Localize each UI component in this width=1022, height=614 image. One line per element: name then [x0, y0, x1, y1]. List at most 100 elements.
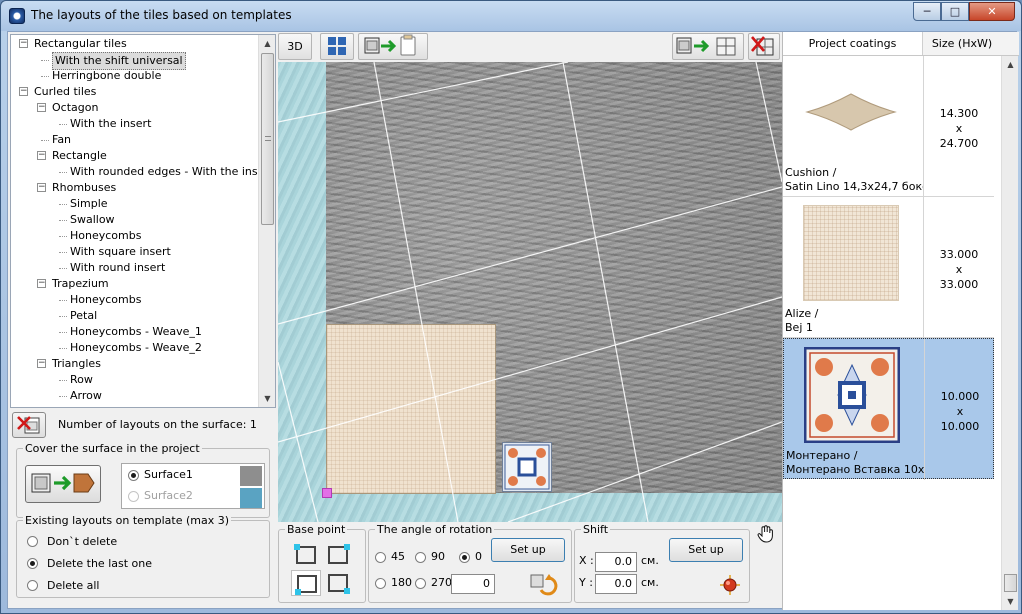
angle-180-radio[interactable] [375, 578, 386, 589]
tree-node-label: Octagon [52, 101, 99, 114]
coating-size-separator: x [955, 263, 963, 276]
delete-last-radio[interactable] [27, 558, 38, 569]
paste-layout-icon [676, 37, 736, 56]
coating-name-line2: Монтерано Вставка 10x10 с [786, 463, 924, 476]
corner-bottom-right-icon [328, 574, 350, 594]
delete-all-label: Delete all [47, 579, 100, 592]
surface1-label: Surface1 [144, 468, 193, 481]
tree-connector [41, 140, 49, 141]
angle-0-radio[interactable] [459, 552, 470, 563]
rotate-icon [530, 574, 558, 596]
copy-layout-button[interactable] [358, 33, 428, 60]
paste-layout-button[interactable] [672, 33, 744, 60]
view-3d-button[interactable]: 3D [278, 33, 312, 60]
coating-name: Монтерано / Монтерано Вставка 10x10 с [786, 449, 924, 477]
shift-group: Shift X : 0.0 см. Y : 0.0 см. Set up [574, 523, 750, 603]
angle-45-radio[interactable] [375, 552, 386, 563]
pick-shift-point-button[interactable] [719, 574, 741, 596]
angle-270-radio[interactable] [415, 578, 426, 589]
delete-all-radio[interactable] [27, 580, 38, 591]
tree-node-label: Rhombuses [52, 181, 117, 194]
alize-tile-thumbnail [803, 205, 899, 301]
angle-custom-input[interactable]: 0 [451, 574, 495, 594]
tree-node-label: Row [70, 373, 93, 386]
angle-90-radio[interactable] [415, 552, 426, 563]
tree-node-label: Petal [70, 309, 98, 322]
surface-list[interactable]: Surface1 Surface2 [121, 463, 265, 509]
surface2-radio[interactable] [128, 491, 139, 502]
coatings-scroll-down-icon[interactable]: ▼ [1002, 593, 1019, 610]
surface1-radio[interactable] [128, 470, 139, 481]
coatings-size-header[interactable]: Size (HxW) [923, 32, 1001, 55]
coating-item-alize[interactable]: Alize / Bej 1 33.000 x 33.000 [783, 197, 994, 338]
minimize-button[interactable]: ─ [913, 2, 941, 21]
dont-delete-radio[interactable] [27, 536, 38, 547]
tree-node-label: With square insert [70, 245, 171, 258]
tree-node-label: Arrow [70, 389, 102, 402]
layouts-count-label: Number of layouts on the surface: 1 [58, 418, 257, 431]
tree-collapse-icon[interactable]: − [37, 151, 46, 160]
existing-layouts-legend: Existing layouts on template (max 3) [23, 514, 232, 527]
coatings-scroll-thumb[interactable] [1004, 574, 1017, 592]
shift-x-label: X : [579, 554, 594, 567]
coating-name-line1: Alize / [785, 307, 819, 320]
template-tree[interactable]: − Rectangular tiles With the shift univers… [10, 34, 276, 408]
layout-canvas[interactable] [278, 62, 782, 522]
coatings-scroll-up-icon[interactable]: ▲ [1002, 56, 1019, 73]
cushion-tile-thumbnail [805, 93, 897, 131]
maximize-button[interactable]: □ [941, 2, 969, 21]
title-bar[interactable]: The layouts of the tiles based on templa… [1, 1, 1021, 31]
coatings-scrollbar[interactable]: ▲ ▼ [1001, 56, 1018, 610]
shift-y-unit: см. [641, 576, 659, 589]
tree-node-label: Honeycombs [70, 293, 142, 306]
tree-node-label: Fan [52, 133, 72, 146]
shift-y-label: Y : [579, 576, 593, 589]
base-point-marker[interactable] [322, 488, 332, 498]
tree-node-label: Triangles [52, 357, 101, 370]
scroll-up-arrow-icon[interactable]: ▲ [259, 35, 275, 52]
delete-layout-button[interactable] [12, 412, 46, 438]
angle-90-label: 90 [431, 550, 445, 563]
app-icon [9, 8, 25, 24]
base-point-bottom-left-button[interactable] [291, 570, 321, 596]
tree-connector [59, 380, 67, 381]
tree-scroll-thumb[interactable] [261, 53, 274, 225]
coating-height: 33.000 [939, 248, 979, 261]
existing-layouts-group: Existing layouts on template (max 3) Don… [16, 514, 270, 598]
apply-to-surface-button[interactable] [25, 465, 101, 503]
base-point-bottom-right-button[interactable] [323, 570, 353, 596]
scroll-down-arrow-icon[interactable]: ▼ [259, 390, 275, 407]
tree-connector [59, 396, 67, 397]
tree-collapse-icon[interactable]: − [19, 87, 28, 96]
tree-node-label: Curled tiles [34, 85, 97, 98]
tree-collapse-icon[interactable]: − [37, 103, 46, 112]
angle-setup-button[interactable]: Set up [491, 538, 565, 562]
tree-scrollbar[interactable]: ▲ ▼ [258, 35, 275, 407]
layout-grid-button[interactable] [320, 33, 354, 60]
shift-setup-button[interactable]: Set up [669, 538, 743, 562]
tree-collapse-icon[interactable]: − [19, 39, 28, 48]
close-button[interactable]: ✕ [969, 2, 1015, 21]
rotation-angle-legend: The angle of rotation [375, 523, 495, 536]
tree-node-label: With rounded edges - With the insert [70, 165, 259, 178]
coatings-name-header[interactable]: Project coatings [783, 32, 923, 55]
shift-y-input[interactable]: 0.0 [595, 574, 637, 594]
tree-collapse-icon[interactable]: − [37, 183, 46, 192]
tree-collapse-icon[interactable]: − [37, 279, 46, 288]
shift-x-unit: см. [641, 554, 659, 567]
coating-size: 10.000 x 10.000 [924, 339, 995, 480]
tree-collapse-icon[interactable]: − [37, 359, 46, 368]
corner-bottom-left-icon [295, 575, 317, 595]
base-point-top-left-button[interactable] [291, 542, 321, 568]
clear-all-layouts-button[interactable] [748, 33, 780, 60]
base-point-top-right-button[interactable] [323, 542, 353, 568]
shift-x-input[interactable]: 0.0 [595, 552, 637, 572]
pan-hand-icon[interactable] [756, 524, 776, 544]
tree-connector [41, 60, 49, 61]
dont-delete-label: Don`t delete [47, 535, 118, 548]
coating-item-monterano[interactable]: Монтерано / Монтерано Вставка 10x10 с 10… [783, 338, 995, 480]
grid-view-icon [328, 37, 346, 55]
coating-item-cushion[interactable]: Cushion / Satin Lino 14,3x24,7 боком 14.… [783, 56, 994, 197]
tree-node-label: Rectangle [52, 149, 107, 162]
rotate-apply-button[interactable] [529, 572, 561, 596]
